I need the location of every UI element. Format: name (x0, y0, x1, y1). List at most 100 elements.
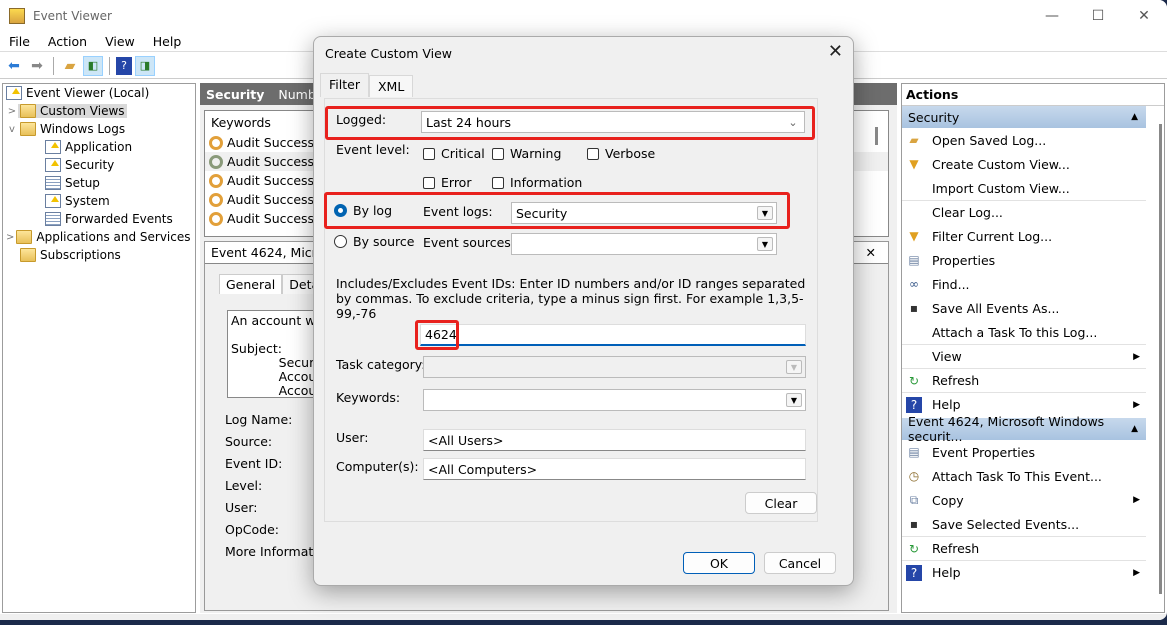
blank-icon (906, 349, 922, 365)
action-help[interactable]: ? Help ▶ (902, 560, 1146, 584)
help-icon[interactable]: ? (116, 56, 132, 75)
computer-input[interactable]: <All Computers> (423, 458, 806, 480)
tree-apps-services[interactable]: > Applications and Services Lo (3, 228, 195, 246)
dialog-title: Create Custom View (325, 46, 453, 61)
dialog-close-icon[interactable]: ✕ (828, 41, 843, 62)
logged-label: Logged: (336, 112, 387, 127)
cancel-button[interactable]: Cancel (764, 552, 836, 574)
maximize-button[interactable]: ☐ (1075, 0, 1121, 32)
chevron-down-icon[interactable]: v (6, 124, 18, 135)
close-detail-icon[interactable]: ✕ (866, 245, 876, 260)
tree-subscriptions[interactable]: Subscriptions (3, 246, 195, 264)
submenu-arrow-icon: ▶ (1133, 351, 1140, 362)
key-icon (209, 192, 223, 207)
menu-file[interactable]: File (0, 34, 39, 49)
action-refresh[interactable]: ↻ Refresh (902, 536, 1146, 560)
critical-checkbox[interactable]: Critical (423, 146, 485, 161)
tab-filter[interactable]: Filter (320, 73, 369, 97)
create-custom-view-dialog: Create Custom View ✕ Filter XML Logged: … (313, 36, 854, 586)
tab-xml[interactable]: XML (368, 75, 414, 97)
event-logs-dropdown[interactable]: Security ▼ (511, 202, 777, 224)
properties-icon: ▤ (908, 445, 920, 459)
minimize-button[interactable]: — (1029, 0, 1075, 32)
actions-section-event[interactable]: Event 4624, Microsoft Windows securit...… (902, 414, 1146, 444)
by-log-radio[interactable]: By log (334, 203, 392, 218)
task-category-dropdown[interactable]: ▼ (423, 356, 806, 378)
tree-custom-views[interactable]: > Custom Views (3, 102, 195, 120)
tree-log-forwarded[interactable]: Forwarded Events (3, 210, 195, 228)
action-import-custom-view[interactable]: Import Custom View... (902, 176, 1146, 200)
blank-icon (906, 324, 922, 340)
tree-windows-logs[interactable]: v Windows Logs (3, 120, 195, 138)
field-log-name: Log Name: (225, 412, 293, 427)
action-event-properties[interactable]: ▤ Event Properties (902, 440, 1146, 464)
action-save-selected-events[interactable]: ▪ Save Selected Events... (902, 512, 1146, 536)
action-create-custom-view[interactable]: ▼ Create Custom View... (902, 152, 1146, 176)
status-bar (0, 614, 1167, 620)
action-view[interactable]: View ▶ (902, 344, 1146, 368)
event-ids-description: Includes/Excludes Event IDs: Enter ID nu… (336, 276, 806, 321)
actions-scrollbar[interactable] (1159, 124, 1162, 594)
collapse-icon[interactable]: ▲ (1131, 424, 1138, 434)
help-icon: ? (906, 396, 922, 413)
submenu-arrow-icon: ▶ (1133, 399, 1140, 410)
dropdown-arrow-icon: ▼ (757, 206, 773, 220)
chevron-right-icon[interactable]: > (6, 232, 14, 243)
event-fields: Log Name: Source: Event ID: Level: User:… (225, 412, 324, 566)
event-id-input[interactable]: 4624 (420, 324, 806, 346)
task-icon: ◷ (908, 469, 920, 483)
chevron-right-icon[interactable]: > (6, 106, 18, 117)
menu-help[interactable]: Help (144, 34, 191, 49)
menu-view[interactable]: View (96, 34, 144, 49)
tree-log-application[interactable]: Application (3, 138, 195, 156)
action-find[interactable]: ∞ Find... (902, 272, 1146, 296)
verbose-checkbox[interactable]: Verbose (587, 146, 655, 161)
refresh-icon: ↻ (908, 373, 920, 388)
collapse-icon[interactable]: ▲ (1131, 112, 1138, 122)
show-hide-tree-icon[interactable]: ◧ (83, 55, 103, 76)
action-filter-current-log[interactable]: ▼ Filter Current Log... (902, 224, 1146, 248)
action-attach-task-to-this-event[interactable]: ◷ Attach Task To This Event... (902, 464, 1146, 488)
field-event-id: Event ID: (225, 456, 283, 471)
tree-log-security[interactable]: Security (3, 156, 195, 174)
close-button[interactable]: ✕ (1121, 0, 1167, 32)
tree-root[interactable]: Event Viewer (Local) (3, 84, 195, 102)
copy-icon: ⧉ (909, 492, 919, 507)
tab-general[interactable]: General (219, 274, 283, 294)
action-refresh[interactable]: ↻ Refresh (902, 368, 1146, 392)
error-checkbox[interactable]: Error (423, 175, 471, 190)
action-open-saved-log[interactable]: ▰ Open Saved Log... (902, 128, 1146, 152)
actions-section-security[interactable]: Security ▲ (902, 106, 1146, 128)
action-properties[interactable]: ▤ Properties (902, 248, 1146, 272)
information-checkbox[interactable]: Information (492, 175, 582, 190)
user-label: User: (336, 430, 369, 445)
action-copy[interactable]: ⧉ Copy ▶ (902, 488, 1146, 512)
clear-button[interactable]: Clear (745, 492, 817, 514)
tree-log-system[interactable]: System (3, 192, 195, 210)
back-icon[interactable]: ⬅ (4, 56, 24, 76)
field-more-info: More Informatio (225, 544, 325, 559)
navigation-tree: Event Viewer (Local) > Custom Views v Wind… (2, 83, 196, 613)
logged-dropdown[interactable]: Last 24 hours ⌄ (421, 111, 805, 133)
show-hide-action-icon[interactable]: ◨ (135, 55, 155, 76)
by-source-radio[interactable]: By source (334, 234, 414, 249)
log-icon (45, 194, 61, 208)
folder-icon (16, 230, 33, 244)
keywords-dropdown[interactable]: ▼ (423, 389, 806, 411)
action-help[interactable]: ? Help ▶ (902, 392, 1146, 416)
dropdown-arrow-icon: ▼ (786, 393, 802, 407)
ok-button[interactable]: OK (683, 552, 755, 574)
event-sources-dropdown[interactable]: ▼ (511, 233, 777, 255)
menu-action[interactable]: Action (39, 34, 96, 49)
forward-icon[interactable]: ➡ (27, 56, 47, 76)
tree-log-setup[interactable]: Setup (3, 174, 195, 192)
properties-icon: ▤ (908, 253, 920, 267)
toolbar-separator (53, 56, 54, 75)
action-attach-a-task-to-this-log[interactable]: Attach a Task To this Log... (902, 320, 1146, 344)
up-folder-icon[interactable]: ▰ (60, 56, 80, 76)
user-input[interactable]: <All Users> (423, 429, 806, 451)
action-clear-log[interactable]: Clear Log... (902, 200, 1146, 224)
list-scrollbar[interactable] (875, 127, 878, 145)
action-save-all-events-as[interactable]: ▪ Save All Events As... (902, 296, 1146, 320)
warning-checkbox[interactable]: Warning (492, 146, 561, 161)
